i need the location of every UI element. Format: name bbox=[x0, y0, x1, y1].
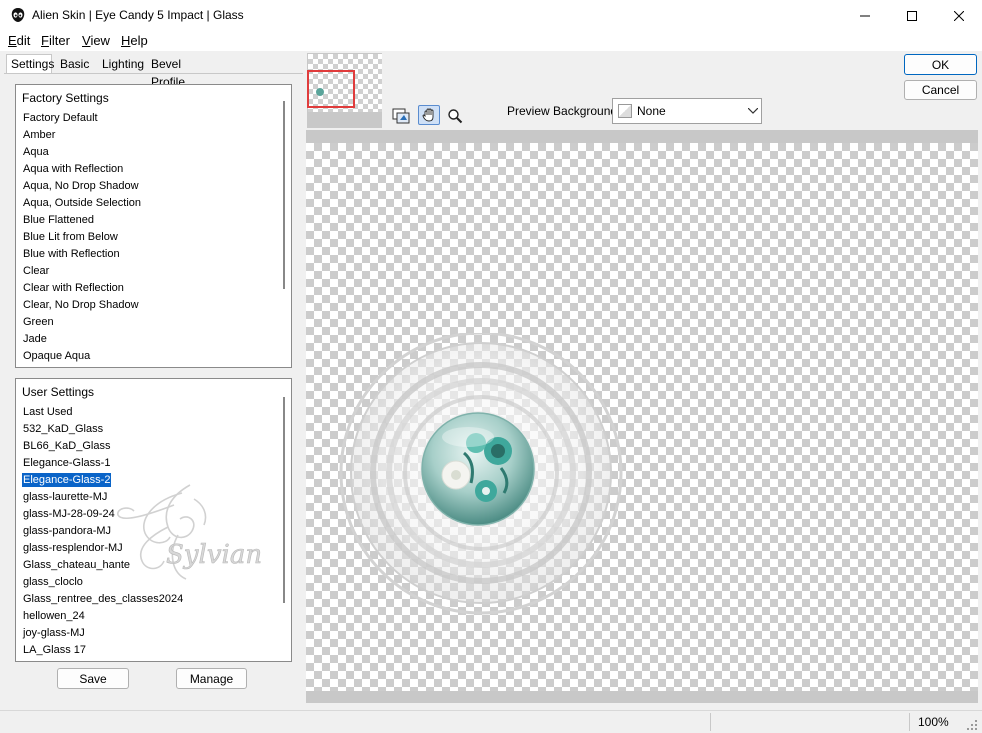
user-preset-item[interactable]: glass-MJ-28-09-24 bbox=[22, 507, 116, 521]
close-button[interactable] bbox=[936, 0, 982, 31]
navigator-view-frame[interactable] bbox=[307, 70, 355, 108]
factory-settings-header: Factory Settings bbox=[22, 91, 109, 105]
hand-pan-icon bbox=[422, 108, 434, 122]
user-preset-item[interactable]: Elegance-Glass-2 bbox=[20, 472, 113, 488]
tab-lighting[interactable]: Lighting bbox=[98, 55, 144, 73]
user-preset-item[interactable]: glass_cloclo bbox=[22, 575, 84, 589]
resize-grip-icon[interactable] bbox=[966, 719, 978, 731]
factory-preset-item[interactable]: Aqua with Reflection bbox=[22, 162, 124, 176]
user-settings-header: User Settings bbox=[22, 385, 95, 399]
preview-background-value: None bbox=[637, 104, 666, 118]
user-preset-item[interactable]: 532_KaD_Glass bbox=[22, 422, 104, 436]
user-preset-item[interactable]: glass-laurette-MJ bbox=[22, 490, 108, 504]
close-icon bbox=[954, 10, 964, 21]
menu-help-accel: H bbox=[121, 33, 131, 48]
factory-preset-item[interactable]: Blue with Reflection bbox=[22, 247, 121, 261]
user-settings-list[interactable]: User Settings Last Used 532_KaD_Glass BL66… bbox=[15, 378, 292, 662]
glass-effect-preview bbox=[339, 333, 623, 615]
preview-bottom-border bbox=[306, 691, 978, 703]
minimize-icon bbox=[860, 15, 870, 16]
chevron-down-icon bbox=[748, 108, 758, 114]
user-preset-item[interactable]: LA_Glass 17 bbox=[22, 643, 87, 657]
user-preset-item[interactable]: joy-glass-MJ bbox=[22, 626, 86, 640]
tab-settings[interactable]: Settings bbox=[6, 54, 54, 74]
preview-top-border bbox=[306, 130, 978, 143]
menu-edit-accel: E bbox=[8, 33, 17, 48]
factory-preset-item[interactable]: Amber bbox=[22, 128, 56, 142]
preview-canvas[interactable] bbox=[306, 143, 978, 691]
preview-toggle-button[interactable] bbox=[390, 106, 412, 126]
menu-view[interactable]: View bbox=[82, 33, 110, 48]
cancel-button[interactable]: Cancel bbox=[904, 80, 977, 100]
tab-basic[interactable]: Basic bbox=[56, 55, 94, 73]
user-preset-item[interactable]: glass-pandora-MJ bbox=[22, 524, 112, 538]
factory-preset-item[interactable]: Clear bbox=[22, 264, 50, 278]
menu-edit-label: dit bbox=[16, 33, 31, 48]
factory-preset-item[interactable]: Blue Flattened bbox=[22, 213, 95, 227]
maximize-icon bbox=[907, 10, 917, 21]
watermark-signature: Sylviane bbox=[166, 540, 262, 570]
maximize-button[interactable] bbox=[889, 0, 935, 31]
background-swatch bbox=[618, 104, 632, 118]
manage-button[interactable]: Manage bbox=[176, 668, 247, 689]
menu-bar: Edit Filter View Help bbox=[0, 31, 982, 51]
factory-preset-item[interactable]: Green bbox=[22, 315, 55, 329]
user-preset-item[interactable]: hellowen_24 bbox=[22, 609, 86, 623]
user-preset-item[interactable]: glass-resplendor-MJ bbox=[22, 541, 124, 555]
zoom-button[interactable] bbox=[444, 106, 466, 126]
menu-filter-label: ilter bbox=[48, 33, 70, 48]
factory-preset-item[interactable]: Aqua, Outside Selection bbox=[22, 196, 142, 210]
menu-help-label: elp bbox=[130, 33, 148, 48]
user-preset-item[interactable]: Elegance-Glass-1 bbox=[22, 456, 111, 470]
window-title: Alien Skin | Eye Candy 5 Impact | Glass bbox=[32, 8, 244, 22]
minimize-button[interactable] bbox=[842, 0, 888, 31]
title-bar: Alien Skin | Eye Candy 5 Impact | Glass bbox=[0, 0, 982, 31]
user-preset-item[interactable]: BL66_KaD_Glass bbox=[22, 439, 111, 453]
preview-background-select[interactable]: None bbox=[612, 98, 762, 124]
factory-preset-item[interactable]: Clear with Reflection bbox=[22, 281, 125, 295]
menu-filter[interactable]: Filter bbox=[41, 33, 70, 48]
menu-edit[interactable]: Edit bbox=[8, 33, 30, 48]
menu-filter-accel: F bbox=[41, 33, 49, 48]
zoom-icon bbox=[448, 109, 463, 124]
zoom-level: 100% bbox=[918, 715, 949, 729]
user-list-scrollbar[interactable] bbox=[283, 397, 285, 603]
factory-preset-item[interactable]: Factory Default bbox=[22, 111, 99, 125]
user-preset-item[interactable]: Last Used bbox=[22, 405, 74, 419]
factory-preset-item[interactable]: Jade bbox=[22, 332, 48, 346]
hand-pan-button[interactable] bbox=[418, 105, 440, 125]
factory-preset-item[interactable]: Aqua, No Drop Shadow bbox=[22, 179, 140, 193]
ok-button[interactable]: OK bbox=[904, 54, 977, 75]
navigator-glass-dot bbox=[316, 88, 324, 96]
factory-settings-list[interactable]: Factory Settings Factory Default Amber Aqu… bbox=[15, 84, 292, 368]
menu-view-label: iew bbox=[90, 33, 110, 48]
factory-preset-item[interactable]: Opaque Aqua bbox=[22, 349, 91, 363]
factory-list-scrollbar[interactable] bbox=[283, 101, 285, 289]
watermark-flourish: Sylviane bbox=[117, 484, 262, 580]
status-divider bbox=[710, 713, 711, 731]
preview-toggle-icon bbox=[392, 108, 410, 124]
status-bar: 100% bbox=[0, 710, 982, 733]
save-button[interactable]: Save bbox=[57, 668, 129, 689]
factory-preset-item[interactable]: Clear, No Drop Shadow bbox=[22, 298, 140, 312]
tab-bevel-profile[interactable]: Bevel Profile bbox=[147, 55, 215, 89]
navigator-panel[interactable] bbox=[307, 53, 382, 128]
status-divider bbox=[909, 713, 910, 731]
factory-preset-item[interactable]: Aqua bbox=[22, 145, 50, 159]
menu-help[interactable]: Help bbox=[121, 33, 148, 48]
preview-background-label: Preview Background: bbox=[507, 104, 621, 118]
alien-skin-icon bbox=[10, 7, 26, 23]
factory-preset-item[interactable]: Blue Lit from Below bbox=[22, 230, 119, 244]
tab-panel-divider bbox=[4, 73, 303, 74]
